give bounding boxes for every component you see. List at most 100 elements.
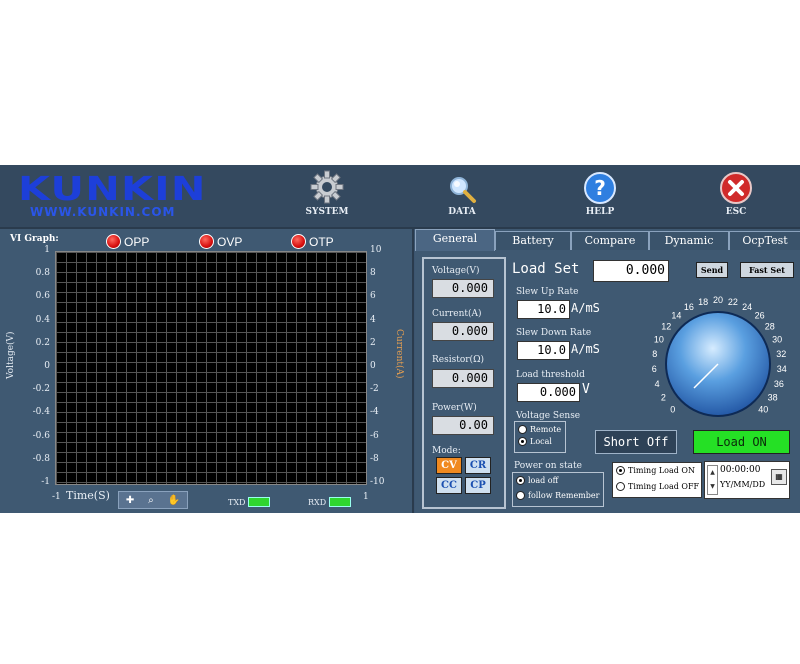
timing-off-label: Timing Load OFF [628, 482, 700, 491]
calendar-icon[interactable]: ▦ [771, 469, 787, 485]
help-label: HELP [585, 207, 615, 217]
dial-tick-label: 18 [698, 297, 708, 307]
load-on-button[interactable]: Load ON [693, 430, 790, 454]
graph-title: VI Graph: [10, 234, 59, 244]
right-tick-label: 8 [370, 268, 376, 279]
opp-label: OPP [124, 234, 150, 249]
txd-label: TXD [228, 497, 246, 507]
left-tick-label: 0.4 [35, 314, 50, 325]
timing-time[interactable]: 00:00:00 [720, 465, 760, 475]
slew-down-input[interactable]: 10.0 [517, 341, 570, 360]
left-tick-label: -1 [41, 477, 50, 487]
slew-up-input[interactable]: 10.0 [517, 300, 570, 319]
esc-button[interactable]: ESC [701, 171, 771, 217]
current-label: Current(A) [432, 309, 482, 319]
power-on-load-off-radio[interactable]: load off [516, 476, 558, 485]
sense-remote-label: Remote [530, 425, 562, 434]
mode-cr-button[interactable]: CR [465, 457, 491, 474]
slew-up-label: Slew Up Rate [516, 287, 579, 297]
dial-tick-label: 32 [776, 349, 786, 359]
right-tick-label: 0 [370, 361, 376, 371]
alarm-led-icon [291, 234, 306, 249]
right-tick-label: -4 [370, 407, 379, 418]
resistor-readout: 0.000 [432, 369, 494, 388]
left-tick-label: -0.2 [32, 384, 50, 395]
header-bar: KUNKIN WWW.KUNKIN.COM SYSTEM DATA ? HELP… [0, 165, 800, 229]
alarm-led-icon [106, 234, 121, 249]
rxd-label: RXD [308, 497, 327, 507]
txd-led [248, 497, 271, 507]
time-stepper[interactable]: ▲ ▼ [707, 465, 718, 495]
right-tick-label: 10 [370, 245, 382, 255]
voltage-sense-label: Voltage Sense [516, 411, 581, 421]
dial-tick-label: 30 [772, 335, 782, 345]
close-icon [720, 172, 752, 204]
system-label: SYSTEM [305, 207, 349, 217]
tab-dynamic[interactable]: Dynamic [649, 231, 729, 250]
timing-on-radio[interactable]: Timing Load ON [616, 466, 695, 475]
tab-battery[interactable]: Battery [495, 231, 571, 250]
dial-tick-label: 24 [742, 302, 752, 312]
brand-logo: KUNKIN [18, 169, 207, 208]
crosshair-icon[interactable]: ✚ [126, 495, 134, 506]
tab-compare[interactable]: Compare [571, 231, 649, 250]
app-window: KUNKIN WWW.KUNKIN.COM SYSTEM DATA ? HELP… [0, 165, 800, 513]
right-tick-label: 4 [370, 314, 376, 325]
vi-graph-panel: VI Graph: OPP OVP OTP 1 0.8 0.6 0.4 0.2 0 -0.2… [0, 229, 414, 513]
mode-cv-button[interactable]: CV [436, 457, 462, 474]
load-dial[interactable]: 024681012141618 20 22242628303234363840 [633, 281, 800, 431]
mode-label: Mode: [432, 446, 461, 456]
help-button[interactable]: ? HELP [565, 171, 635, 217]
mode-cc-button[interactable]: CC [436, 477, 462, 494]
timing-off-radio[interactable]: Timing Load OFF [616, 482, 699, 491]
power-on-label: Power on state [514, 461, 582, 471]
otp-label: OTP [309, 234, 334, 249]
power-readout: 0.00 [432, 416, 494, 435]
right-tick-label: 6 [370, 291, 376, 302]
dial-tick-label: 0 [670, 404, 675, 414]
system-button[interactable]: SYSTEM [292, 169, 362, 217]
dial-tick-label: 4 [655, 379, 660, 389]
dial-tick-label: 10 [654, 335, 664, 345]
ovp-indicator: OVP [199, 234, 242, 249]
gear-icon [310, 170, 344, 204]
power-on-follow-radio[interactable]: follow Remember [516, 491, 599, 500]
dial-tick-label: 2 [661, 392, 666, 402]
left-tick-label: -0.6 [32, 430, 50, 441]
dial-tick-label: 34 [777, 364, 787, 374]
threshold-input[interactable]: 0.000 [517, 383, 580, 402]
rxd-led [329, 497, 352, 507]
threshold-unit: V [582, 382, 590, 397]
pan-hand-icon[interactable]: ✋ [168, 495, 180, 506]
dial-tick-label: 12 [661, 321, 671, 331]
left-tick-label: 0.2 [35, 337, 50, 348]
plot-area[interactable] [55, 251, 367, 485]
right-tick-label: -2 [370, 384, 379, 395]
zoom-icon[interactable]: ⌕ [148, 495, 154, 506]
timing-on-label: Timing Load ON [628, 466, 695, 475]
control-panel: General Battery Compare Dynamic OcpTest … [415, 229, 800, 513]
esc-label: ESC [725, 207, 747, 217]
right-axis-label: Current(A) [394, 329, 404, 379]
sense-remote-radio[interactable]: Remote [518, 425, 561, 434]
fast-set-button[interactable]: Fast Set [740, 262, 794, 278]
tab-ocptest[interactable]: OcpTest [729, 231, 800, 250]
plot-tools: ✚ ⌕ ✋ [118, 491, 188, 509]
help-icon: ? [584, 172, 616, 204]
mode-cp-button[interactable]: CP [465, 477, 491, 494]
dial-tick-label: 16 [684, 302, 694, 312]
data-button[interactable]: DATA [427, 173, 497, 217]
resistor-label: Resistor(Ω) [432, 355, 485, 365]
radio-icon [616, 482, 625, 491]
left-tick-label: 0.8 [35, 268, 50, 279]
send-button[interactable]: Send [696, 262, 728, 278]
load-set-input[interactable]: 0.000 [593, 260, 669, 282]
sense-local-radio[interactable]: Local [518, 437, 552, 446]
tab-general[interactable]: General [415, 229, 495, 251]
left-tick-label: 1 [44, 245, 50, 255]
opp-indicator: OPP [106, 234, 149, 249]
left-tick-label: 0.6 [35, 291, 50, 302]
x-min-tick: -1 [52, 492, 61, 502]
ovp-label: OVP [217, 234, 243, 249]
short-off-button[interactable]: Short Off [595, 430, 677, 454]
